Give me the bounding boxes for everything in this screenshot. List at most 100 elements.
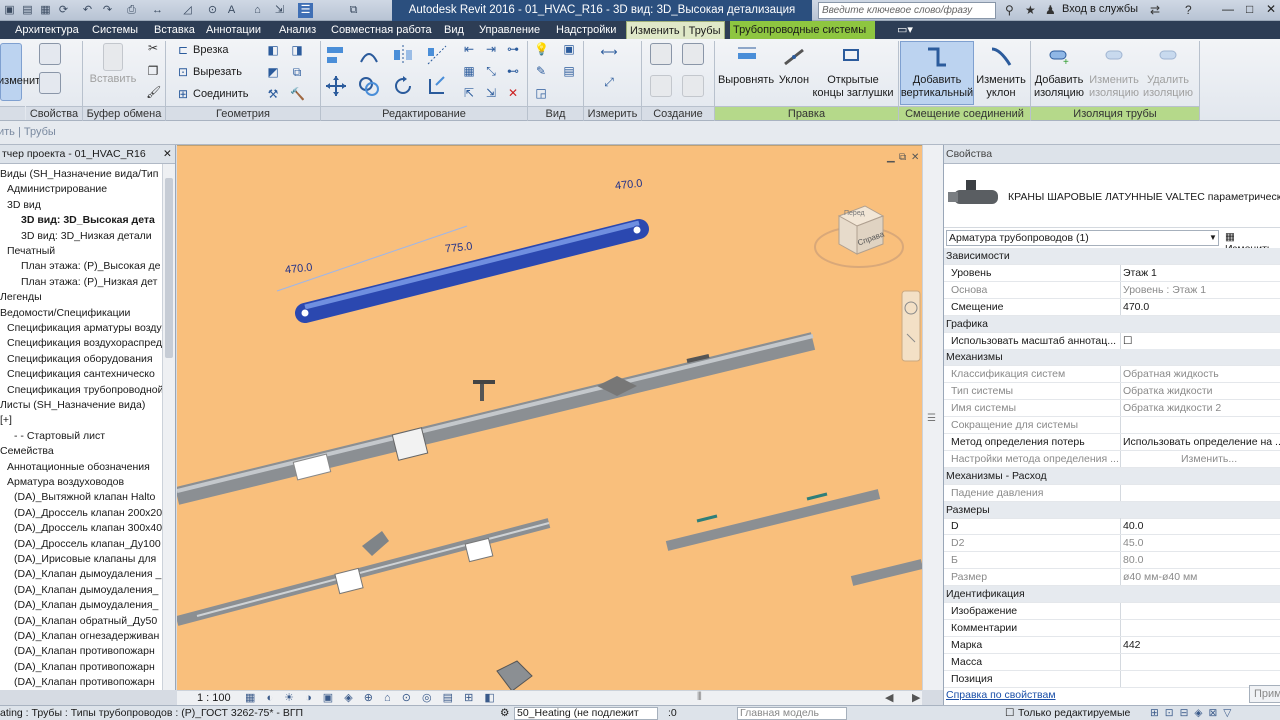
- add-vertical-button[interactable]: Добавить вертикальный: [900, 74, 974, 100]
- select-box-icon[interactable]: ◲: [534, 86, 548, 100]
- type-properties-button[interactable]: [39, 72, 61, 94]
- tab-overflow-icon[interactable]: ▭▾: [894, 21, 916, 39]
- change-slope-button[interactable]: Изменить уклон: [973, 74, 1029, 100]
- browser-tree-item[interactable]: (DA)_Клапан обратный_Ду50: [14, 614, 157, 629]
- minimize-icon[interactable]: —: [1222, 2, 1234, 16]
- property-group-header[interactable]: Механизмы - Расход: [944, 467, 1280, 485]
- change-slope-icon[interactable]: [990, 45, 1012, 67]
- aligned-dimension-icon[interactable]: ⤢: [594, 75, 624, 89]
- property-value[interactable]: 470.0: [1123, 299, 1149, 315]
- cope-button[interactable]: Врезка: [193, 44, 229, 57]
- slope-button[interactable]: Уклон: [775, 74, 813, 87]
- view-scale[interactable]: 1 : 100: [197, 692, 231, 704]
- browser-tree-item[interactable]: Ведомости/Спецификации: [0, 306, 130, 321]
- tab-collaborate[interactable]: Совместная работа: [328, 21, 435, 39]
- property-row[interactable]: Позиция: [944, 670, 1280, 688]
- property-value[interactable]: 442: [1123, 637, 1141, 653]
- browser-tree-item[interactable]: (DA)_Клапан противопожарн: [14, 675, 155, 690]
- browser-tree-item[interactable]: 3D вид: 3D_Низкая детали: [21, 229, 152, 244]
- split-icon[interactable]: ⇤: [462, 42, 476, 56]
- add-vertical-icon[interactable]: [926, 45, 948, 67]
- viewcube-top-label[interactable]: Перед: [844, 210, 865, 217]
- browser-tree-item[interactable]: (DA)_Дроссель клапан 300x40: [14, 521, 162, 536]
- browser-tree-item[interactable]: (DA)_Клапан противопожарн: [14, 644, 155, 659]
- browser-tree-item[interactable]: Арматура воздуховодов: [7, 475, 124, 490]
- mirror-draw-icon[interactable]: [426, 44, 448, 66]
- join-icon[interactable]: ⊞: [176, 87, 190, 101]
- star-icon[interactable]: ★: [1025, 3, 1036, 17]
- extend-icon[interactable]: ⇱: [462, 86, 476, 100]
- hide-icon[interactable]: 💡: [534, 42, 549, 56]
- browser-tree-item[interactable]: Спецификация трубопроводной: [7, 383, 163, 398]
- cut-geometry-icon[interactable]: ⊡: [176, 65, 190, 79]
- create-similar-icon[interactable]: [682, 75, 704, 97]
- trim-icon[interactable]: [426, 75, 448, 97]
- copy-icon[interactable]: ❐: [146, 64, 160, 78]
- property-value[interactable]: 40.0: [1123, 518, 1143, 534]
- close-icon[interactable]: ✕: [1266, 2, 1276, 16]
- paste-button[interactable]: Вставить: [88, 73, 138, 86]
- tab-manage[interactable]: Управление: [476, 21, 543, 39]
- property-row[interactable]: D 40.0: [944, 518, 1280, 536]
- 3d-viewport[interactable]: ▁ ⧉ ✕ 470.0 775.0 470.0 Перед Справа: [177, 145, 922, 690]
- linework-icon[interactable]: ✎: [534, 64, 548, 78]
- browser-tree-item[interactable]: 3D вид: 3D_Высокая дета: [21, 213, 155, 228]
- scroll-left-icon[interactable]: ◀: [885, 691, 893, 704]
- print-icon[interactable]: ⎙: [124, 3, 139, 18]
- browser-tree-item[interactable]: План этажа: (Р)_Высокая де: [21, 259, 160, 274]
- measure-icon[interactable]: ↔: [150, 3, 165, 18]
- cut-geometry-button[interactable]: Вырезать: [193, 66, 242, 79]
- browser-tree-item[interactable]: (DA)_Дроссель клапан 200x20: [14, 506, 162, 521]
- scroll-grip-icon[interactable]: ☰: [927, 413, 936, 424]
- close-browser-icon[interactable]: ✕: [163, 145, 172, 164]
- browser-tree-item[interactable]: Легенды: [0, 290, 42, 305]
- browser-tree-item[interactable]: (DA)_Ирисовые клапаны для: [14, 552, 156, 567]
- property-group-header[interactable]: Размеры: [944, 501, 1280, 519]
- browser-tree-item[interactable]: [+]: [0, 413, 12, 428]
- hammer-icon[interactable]: 🔨: [290, 87, 305, 101]
- create-parts-icon[interactable]: [682, 43, 704, 65]
- tab-piping-systems[interactable]: Трубопроводные системы: [730, 21, 875, 39]
- split-gap-icon[interactable]: ⇥: [484, 42, 498, 56]
- override-graphics-icon[interactable]: ▣: [562, 42, 576, 56]
- browser-tree-item[interactable]: (DA)_Клапан огнезадерживан: [14, 629, 159, 644]
- scroll-right-icon[interactable]: ▶: [912, 691, 920, 704]
- browser-tree-item[interactable]: Печатный: [7, 244, 55, 259]
- browser-scroll-thumb[interactable]: [165, 178, 173, 358]
- browser-tree-item[interactable]: Листы (SH_Назначение вида): [0, 398, 145, 413]
- properties-help-link[interactable]: Справка по свойствам: [946, 689, 1056, 701]
- property-row[interactable]: Смещение 470.0: [944, 298, 1280, 316]
- browser-tree-item[interactable]: Спецификация сантехническо: [7, 367, 155, 382]
- property-row[interactable]: Комментарии: [944, 619, 1280, 637]
- justify-button[interactable]: Выровнять: [716, 74, 776, 87]
- open-ends-icon[interactable]: [840, 44, 862, 66]
- browser-tree-item[interactable]: Виды (SH_Назначение вида/Тип: [0, 167, 158, 182]
- browser-tree-item[interactable]: (DA)_Клапан дымоудаления_: [14, 598, 158, 613]
- wall-join-icon[interactable]: ◨: [290, 43, 304, 57]
- property-value[interactable]: ☐: [1123, 333, 1132, 349]
- workset-icon[interactable]: ⚙: [500, 706, 509, 720]
- create-group-icon[interactable]: [650, 75, 672, 97]
- property-group-header[interactable]: Идентификация: [944, 586, 1280, 603]
- open-ends-button[interactable]: Открытые концы заглушки: [810, 74, 896, 100]
- tab-annotate[interactable]: Аннотации: [203, 21, 264, 39]
- browser-tree-item[interactable]: Аннотационные обозначения: [7, 460, 150, 475]
- tab-modify-pipes[interactable]: Изменить | Трубы: [626, 21, 725, 39]
- align-tool-icon[interactable]: [325, 44, 347, 66]
- property-group-header[interactable]: Механизмы: [944, 349, 1280, 367]
- view-range-icon[interactable]: ▤: [562, 64, 576, 78]
- browser-tree-item[interactable]: (DA)_Дроссель клапан_Ду100: [14, 537, 161, 552]
- cope-icon[interactable]: ⊏: [176, 43, 190, 57]
- add-insulation-button[interactable]: Добавить изоляцию: [1032, 74, 1086, 100]
- type-selector[interactable]: КРАНЫ ШАРОВЫЕ ЛАТУННЫЕ VALTEC параметрич…: [944, 164, 1280, 228]
- property-group-header[interactable]: Зависимости: [944, 248, 1280, 265]
- browser-tree-item[interactable]: (DA)_Клапан дымоудаления _: [14, 567, 161, 582]
- property-row[interactable]: Использовать масштаб аннотац... ☐: [944, 332, 1280, 350]
- signin-button[interactable]: Вход в службы: [1062, 3, 1138, 15]
- tab-analyze[interactable]: Анализ: [276, 21, 319, 39]
- add-insulation-icon[interactable]: +: [1048, 44, 1070, 68]
- array-icon[interactable]: ▦: [462, 64, 476, 78]
- split-face-icon[interactable]: ◧: [266, 43, 280, 57]
- app-menu-icon[interactable]: ▣: [2, 3, 17, 18]
- tab-view[interactable]: Вид: [441, 21, 467, 39]
